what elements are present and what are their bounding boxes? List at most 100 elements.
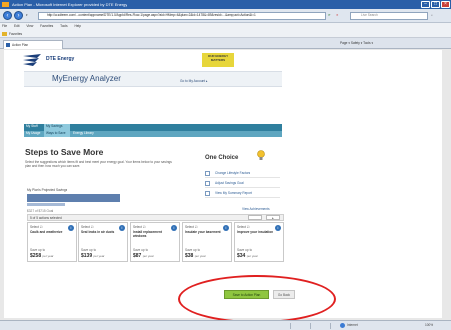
- search-input[interactable]: Live Search: [350, 12, 428, 20]
- address-input[interactable]: http://a.sdteem.com/...content/appname/D…: [38, 12, 326, 20]
- menu-help[interactable]: Help: [74, 24, 81, 28]
- browser-tab[interactable]: Action Plan: [3, 40, 63, 49]
- status-bar: Internet 100%: [0, 320, 451, 330]
- security-zone: Internet: [347, 323, 358, 327]
- dte-logo-icon: [23, 54, 41, 66]
- choice-link-report[interactable]: View My Summary Report: [205, 190, 280, 198]
- menu-file[interactable]: File: [2, 24, 7, 28]
- choice-link-label: Change Lifestyle Factors: [215, 171, 251, 175]
- selection-bar: 5 of 5 actions selected ▸: [27, 214, 284, 221]
- secondary-nav: My Usage Ways to Save Energy Library: [24, 131, 282, 137]
- globe-icon: [340, 323, 345, 328]
- status-divider: [330, 323, 331, 329]
- save-up-to-label: Save up to: [185, 248, 201, 252]
- primary-nav: My Stuff My Savings: [24, 124, 282, 131]
- tab-my-savings[interactable]: My Savings: [44, 124, 70, 131]
- save-up-to-label: Save up to: [30, 248, 46, 252]
- view-achievements-link[interactable]: View Achievements: [242, 207, 270, 211]
- savings-amount: $87 per year: [133, 253, 154, 259]
- menu-favorites[interactable]: Favorites: [40, 24, 53, 28]
- action-card[interactable]: Select ☑ i Insulate your basement Save u…: [182, 222, 232, 262]
- energy-badge: OUR ENERGY MATTERS: [202, 53, 234, 67]
- choice-link-lifestyle[interactable]: Change Lifestyle Factors: [205, 170, 280, 178]
- choice-link-goal[interactable]: Adjust Savings Goal: [205, 180, 280, 188]
- per-year-label: per year: [194, 254, 206, 258]
- highlight-circle: [178, 275, 336, 323]
- savings-amount: $34 per year: [237, 253, 258, 259]
- per-year-label: per year: [42, 254, 54, 258]
- menu-tools[interactable]: Tools: [60, 24, 67, 28]
- save-up-to-label: Save up to: [81, 248, 97, 252]
- favorites-bar: Favorites: [0, 30, 451, 38]
- action-title: Insulate your basement: [185, 230, 221, 234]
- lightbulb-icon: [257, 150, 265, 160]
- stop-icon[interactable]: ✕: [336, 13, 342, 17]
- app-title: MyEnergy Analyzer: [52, 74, 121, 83]
- action-card[interactable]: Select ☑ i Caulk and weatherize Save up …: [27, 222, 77, 262]
- brand-name: DTE Energy: [46, 56, 75, 62]
- choice-link-label: Adjust Savings Goal: [215, 181, 244, 185]
- status-divider: [310, 323, 311, 329]
- select-checkbox[interactable]: Select ☑: [133, 225, 146, 229]
- select-checkbox[interactable]: Select ☑: [185, 225, 198, 229]
- action-card[interactable]: Select ☑ i Improve your insulation Save …: [234, 222, 284, 262]
- back-arrow-icon[interactable]: ‹: [3, 11, 12, 20]
- tab-energy-library[interactable]: Energy Library: [71, 131, 105, 137]
- selection-count: 5 of 5 actions selected: [30, 216, 62, 220]
- savings-amount: $139 per year: [81, 253, 105, 259]
- per-year-label: per year: [142, 254, 154, 258]
- next-page-button[interactable]: ▸: [266, 215, 280, 220]
- action-title: Seal leaks in air ducts: [81, 230, 115, 234]
- report-icon: [205, 191, 210, 196]
- ie-app-icon: [2, 2, 9, 7]
- page-favicon-icon: [6, 43, 10, 47]
- forward-arrow-icon[interactable]: ›: [14, 11, 23, 20]
- action-card[interactable]: Select ☑ i Seal leaks in air ducts Save …: [78, 222, 128, 262]
- savings-amount: $38 per year: [185, 253, 206, 259]
- favorites-label[interactable]: Favorites: [9, 32, 22, 36]
- action-title: Caulk and weatherize: [30, 230, 63, 234]
- close-icon[interactable]: ×: [441, 1, 450, 8]
- savings-goal-bar: [27, 203, 65, 206]
- menu-edit[interactable]: Edit: [14, 24, 20, 28]
- window-title: Action Plan - Microsoft Internet Explore…: [12, 2, 128, 7]
- prev-page-button[interactable]: [248, 215, 262, 220]
- choice-title: One Choice: [205, 155, 239, 161]
- maximize-icon[interactable]: □: [431, 1, 440, 8]
- action-card[interactable]: Select ☑ i Install replacement windows S…: [130, 222, 180, 262]
- tab-my-stuff[interactable]: My Stuff: [24, 124, 44, 131]
- tab-ways-to-save[interactable]: Ways to Save: [44, 131, 70, 137]
- refresh-icon[interactable]: ⟳: [328, 13, 334, 17]
- projected-savings-subtext: $327 of $715 Goal: [27, 209, 54, 213]
- zoom-level[interactable]: 100%: [425, 323, 433, 327]
- command-bar[interactable]: Page ▾ Safety ▾ Tools ▾: [340, 41, 450, 47]
- address-toolbar: ‹ › ▾ http://a.sdteem.com/...content/app…: [0, 9, 451, 23]
- tab-label: Action Plan: [12, 43, 29, 47]
- intro-text: Select the suggestions which items fit a…: [25, 160, 172, 168]
- minimize-icon[interactable]: –: [421, 1, 430, 8]
- search-icon[interactable]: ⌕: [431, 13, 433, 17]
- tab-my-usage[interactable]: My Usage: [24, 131, 44, 137]
- action-title: Install replacement windows: [133, 230, 162, 238]
- window-title-bar: Action Plan - Microsoft Internet Explore…: [0, 0, 451, 9]
- my-account-link[interactable]: Go to My Account ▸: [180, 79, 208, 83]
- projected-savings-label: My Plan's Projected Savings: [27, 188, 68, 192]
- save-up-to-label: Save up to: [133, 248, 149, 252]
- per-year-label: per year: [246, 254, 258, 258]
- target-icon: [205, 181, 210, 186]
- people-icon: [205, 171, 210, 176]
- projected-savings-bar: [27, 194, 120, 202]
- menu-bar: File Edit View Favorites Tools Help: [0, 23, 451, 30]
- history-dropdown-icon[interactable]: ▾: [26, 13, 28, 17]
- status-divider: [290, 323, 291, 329]
- page-title: Steps to Save More: [25, 147, 104, 157]
- per-year-label: per year: [93, 254, 105, 258]
- menu-view[interactable]: View: [26, 24, 33, 28]
- save-up-to-label: Save up to: [237, 248, 253, 252]
- select-checkbox[interactable]: Select ☑: [237, 225, 250, 229]
- select-checkbox[interactable]: Select ☑: [30, 225, 43, 229]
- choice-link-label: View My Summary Report: [215, 191, 252, 195]
- action-title: Improve your insulation: [237, 230, 274, 234]
- favorites-star-icon[interactable]: [2, 32, 7, 36]
- select-checkbox[interactable]: Select ☑: [81, 225, 94, 229]
